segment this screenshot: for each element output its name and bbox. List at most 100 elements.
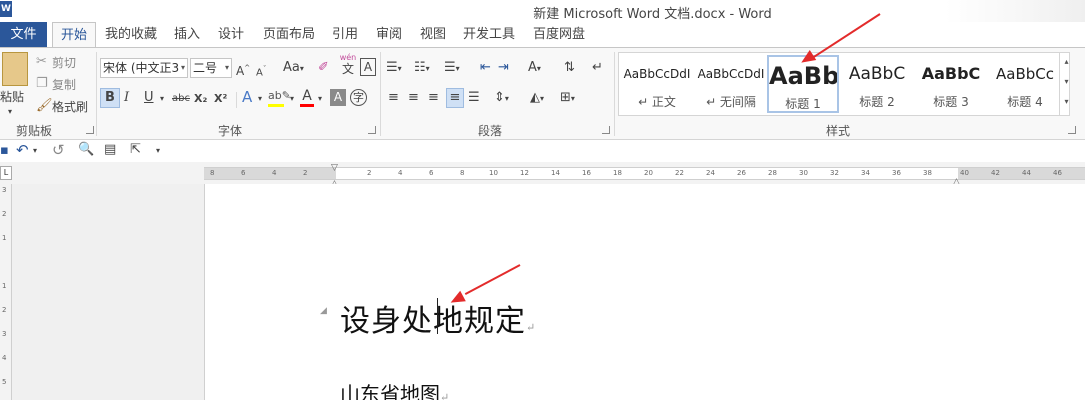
font-size-combo[interactable]: 二号 ▾: [190, 58, 232, 78]
ribbon: 粘贴 ▾ ✂ 剪切 ❐ 复制 🖌 格式刷 剪贴板 宋体 (中文正3 ▾ 二号 ▾ A…: [0, 47, 1085, 140]
tab-developer[interactable]: 开发工具: [458, 22, 520, 48]
text-effects-dropdown-icon[interactable]: ▾: [258, 91, 262, 107]
bullets-icon[interactable]: ☰▾: [386, 60, 402, 77]
undo-dropdown-icon[interactable]: ▾: [33, 143, 37, 159]
chinese-layout-icon[interactable]: A▾: [528, 60, 541, 77]
save-icon[interactable]: ▪: [0, 143, 9, 159]
tab-review[interactable]: 审阅: [370, 22, 408, 48]
paste-button[interactable]: 粘贴: [0, 88, 24, 105]
first-line-indent-marker-icon[interactable]: ▽: [331, 160, 338, 176]
paragraph-mark: ↵: [526, 321, 537, 334]
group-divider: [96, 52, 97, 136]
copy-icon[interactable]: ❐: [36, 76, 48, 92]
multilevel-list-icon[interactable]: ☰▾: [444, 60, 460, 77]
bold-button[interactable]: B: [100, 88, 120, 108]
clipboard-launcher-icon[interactable]: [86, 126, 94, 134]
font-color-dropdown-icon[interactable]: ▾: [318, 91, 322, 107]
redo-icon[interactable]: ↺: [52, 142, 65, 158]
ruler-tick: 24: [706, 169, 715, 177]
document-page[interactable]: [204, 184, 1085, 400]
highlight-icon[interactable]: ab✎: [268, 88, 291, 107]
superscript-button[interactable]: X²: [214, 91, 227, 107]
show-formatting-marks-icon[interactable]: ↵: [592, 60, 603, 76]
style-heading-3[interactable]: AaBbC 标题 3: [915, 55, 987, 113]
undo-icon[interactable]: ↶: [16, 142, 29, 158]
subscript-button[interactable]: X₂: [194, 91, 207, 107]
style-normal[interactable]: AaBbCcDdI ↵ 正文: [621, 55, 693, 113]
phonetic-guide-button[interactable]: wén 文: [338, 53, 358, 76]
clear-formatting-icon[interactable]: ✐: [318, 60, 329, 76]
copy-button[interactable]: 复制: [52, 76, 76, 93]
ruler-tick: 42: [991, 169, 1000, 177]
enclose-characters-icon[interactable]: 字: [350, 89, 367, 106]
italic-button[interactable]: I: [124, 90, 129, 106]
character-border-icon[interactable]: A: [360, 58, 376, 76]
ruler-tick: 4: [272, 169, 277, 177]
numbering-icon[interactable]: ☷▾: [414, 60, 430, 77]
character-shading-icon[interactable]: A: [330, 89, 346, 106]
document-icon[interactable]: ▤: [104, 142, 116, 158]
decrease-indent-icon[interactable]: ⇤: [480, 60, 491, 76]
select-cursor-icon[interactable]: ⇱: [130, 142, 141, 158]
print-preview-icon[interactable]: 🔍: [78, 142, 94, 158]
customize-toolbar-icon[interactable]: ▾: [156, 143, 160, 159]
scroll-down-icon[interactable]: ▾: [1060, 72, 1073, 92]
collapse-heading-icon[interactable]: ◢: [320, 306, 327, 316]
font-launcher-icon[interactable]: [368, 126, 376, 134]
ruler-tick: 28: [768, 169, 777, 177]
tab-home[interactable]: 开始: [52, 22, 96, 48]
tab-insert[interactable]: 插入: [168, 22, 206, 48]
paste-icon[interactable]: [2, 52, 28, 86]
styles-launcher-icon[interactable]: [1068, 126, 1076, 134]
shrink-font-icon[interactable]: Aˇ: [256, 61, 266, 81]
ruler-tick: 32: [830, 169, 839, 177]
strikethrough-button[interactable]: abc: [172, 91, 190, 107]
underline-dropdown-icon[interactable]: ▾: [160, 91, 164, 107]
style-heading-4[interactable]: AaBbCc 标题 4: [989, 55, 1061, 113]
style-no-spacing[interactable]: AaBbCcDdI ↵ 无间隔: [695, 55, 767, 113]
document-body-text[interactable]: 山东省地图↵: [340, 378, 449, 400]
underline-button[interactable]: U: [144, 90, 154, 106]
tab-design[interactable]: 设计: [212, 22, 250, 48]
font-color-icon[interactable]: A: [300, 88, 314, 107]
tab-selector[interactable]: L: [0, 166, 12, 180]
distributed-icon[interactable]: ☰: [468, 90, 480, 106]
tab-favorites[interactable]: 我的收藏: [101, 22, 161, 48]
scroll-up-icon[interactable]: ▴: [1060, 52, 1073, 72]
ruler-tick: 38: [923, 169, 932, 177]
document-heading[interactable]: 设身处地规定↵: [340, 296, 536, 340]
align-center-icon[interactable]: ≡: [408, 90, 419, 106]
shading-icon[interactable]: ◭▾: [530, 90, 544, 107]
align-left-icon[interactable]: ≡: [388, 90, 399, 106]
style-name: 标题 2: [859, 95, 895, 109]
tab-view[interactable]: 视图: [414, 22, 452, 48]
sort-icon[interactable]: ⇅: [564, 60, 575, 76]
more-styles-icon[interactable]: ▾: [1060, 92, 1073, 112]
heading-text: 设身处地规定: [340, 304, 526, 339]
vertical-ruler[interactable]: 3 2 1 1 2 3 4 5: [0, 184, 12, 400]
borders-icon[interactable]: ⊞▾: [560, 90, 575, 107]
change-case-button[interactable]: Aa▾: [283, 60, 304, 77]
justify-icon[interactable]: ≡: [446, 88, 464, 108]
font-name-combo[interactable]: 宋体 (中文正3 ▾: [100, 58, 188, 78]
tab-baidu-netdisk[interactable]: 百度网盘: [528, 22, 590, 48]
highlight-dropdown-icon[interactable]: ▾: [290, 91, 294, 107]
style-heading-2[interactable]: AaBbC 标题 2: [841, 55, 913, 113]
paragraph-group-label: 段落: [478, 124, 503, 138]
cut-icon[interactable]: ✂: [36, 54, 47, 70]
paragraph-launcher-icon[interactable]: [602, 126, 610, 134]
increase-indent-icon[interactable]: ⇥: [498, 60, 509, 76]
line-spacing-icon[interactable]: ⇕▾: [494, 90, 509, 107]
tab-file[interactable]: 文件: [0, 22, 47, 48]
styles-scroll[interactable]: ▴ ▾ ▾: [1059, 52, 1073, 116]
cut-button[interactable]: 剪切: [52, 54, 76, 71]
align-right-icon[interactable]: ≡: [428, 90, 439, 106]
format-painter-icon[interactable]: 🖌: [36, 98, 53, 114]
tab-references[interactable]: 引用: [326, 22, 364, 48]
text-effects-icon[interactable]: A: [242, 89, 252, 105]
vruler-tick: 1: [2, 282, 7, 290]
paste-dropdown-icon[interactable]: ▾: [8, 104, 12, 120]
format-painter-button[interactable]: 格式刷: [52, 98, 88, 115]
tab-page-layout[interactable]: 页面布局: [258, 22, 320, 48]
grow-font-icon[interactable]: A^: [236, 60, 250, 79]
